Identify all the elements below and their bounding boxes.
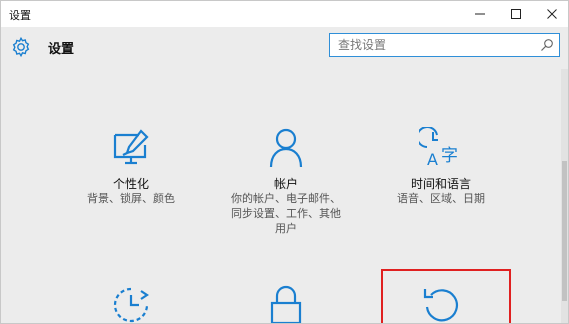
page-title: 设置: [48, 42, 75, 57]
title-bar: 设置: [1, 1, 568, 27]
scrollbar[interactable]: [561, 69, 568, 323]
tile-title: 时间和语言: [410, 177, 471, 191]
svg-text:字: 字: [441, 146, 458, 166]
gear-icon: [12, 36, 30, 58]
personalization-icon: [113, 129, 149, 165]
accounts-icon: [269, 128, 303, 168]
tile-description: 背景、锁屏、颜色: [61, 191, 201, 206]
tile-description-line: 用户: [275, 222, 297, 235]
settings-window: 设置 设置 查找设置 个性化 背景、锁屏、颜色 帐户 你的帐户、电子邮件、 同步…: [0, 0, 569, 324]
close-button[interactable]: [535, 1, 568, 27]
tile-description-line: 你的帐户、电子邮件、: [231, 192, 341, 205]
settings-header: 设置: [1, 27, 568, 67]
tile-description-line: 背景、锁屏、颜色: [87, 192, 175, 205]
tile-time-language[interactable]: A 字 时间和语言 语音、区域、日期: [371, 127, 511, 247]
tile-title: 帐户: [273, 177, 298, 191]
minimize-icon: [475, 13, 485, 15]
update-clock-icon: [113, 287, 149, 323]
refresh-icon: [423, 289, 458, 322]
svg-text:A: A: [427, 150, 438, 169]
tile-update-security[interactable]: [371, 285, 511, 323]
tile-title: 个性化: [112, 177, 149, 191]
search-box[interactable]: [329, 33, 560, 57]
tile-description-line: 同步设置、工作、其他: [231, 207, 341, 220]
tile-description: 你的帐户、电子邮件、 同步设置、工作、其他 用户: [216, 191, 356, 236]
lock-icon: [270, 285, 302, 323]
window-title: 设置: [9, 9, 31, 22]
search-input[interactable]: [330, 34, 546, 56]
tile-privacy[interactable]: [216, 285, 356, 323]
minimize-button[interactable]: [463, 1, 497, 27]
tile-update[interactable]: [61, 285, 201, 323]
maximize-button[interactable]: [499, 1, 533, 27]
tile-description-line: 语音、区域、日期: [397, 192, 485, 205]
search-icon[interactable]: [540, 38, 554, 52]
time-language-icon: A 字: [419, 127, 458, 169]
close-icon: [547, 9, 557, 19]
maximize-icon: [511, 9, 521, 19]
tile-description: 语音、区域、日期: [371, 191, 511, 206]
tile-accounts[interactable]: 帐户 你的帐户、电子邮件、 同步设置、工作、其他 用户: [216, 127, 356, 247]
scroll-thumb[interactable]: [562, 161, 567, 301]
tile-personalization[interactable]: 个性化 背景、锁屏、颜色: [61, 127, 201, 247]
